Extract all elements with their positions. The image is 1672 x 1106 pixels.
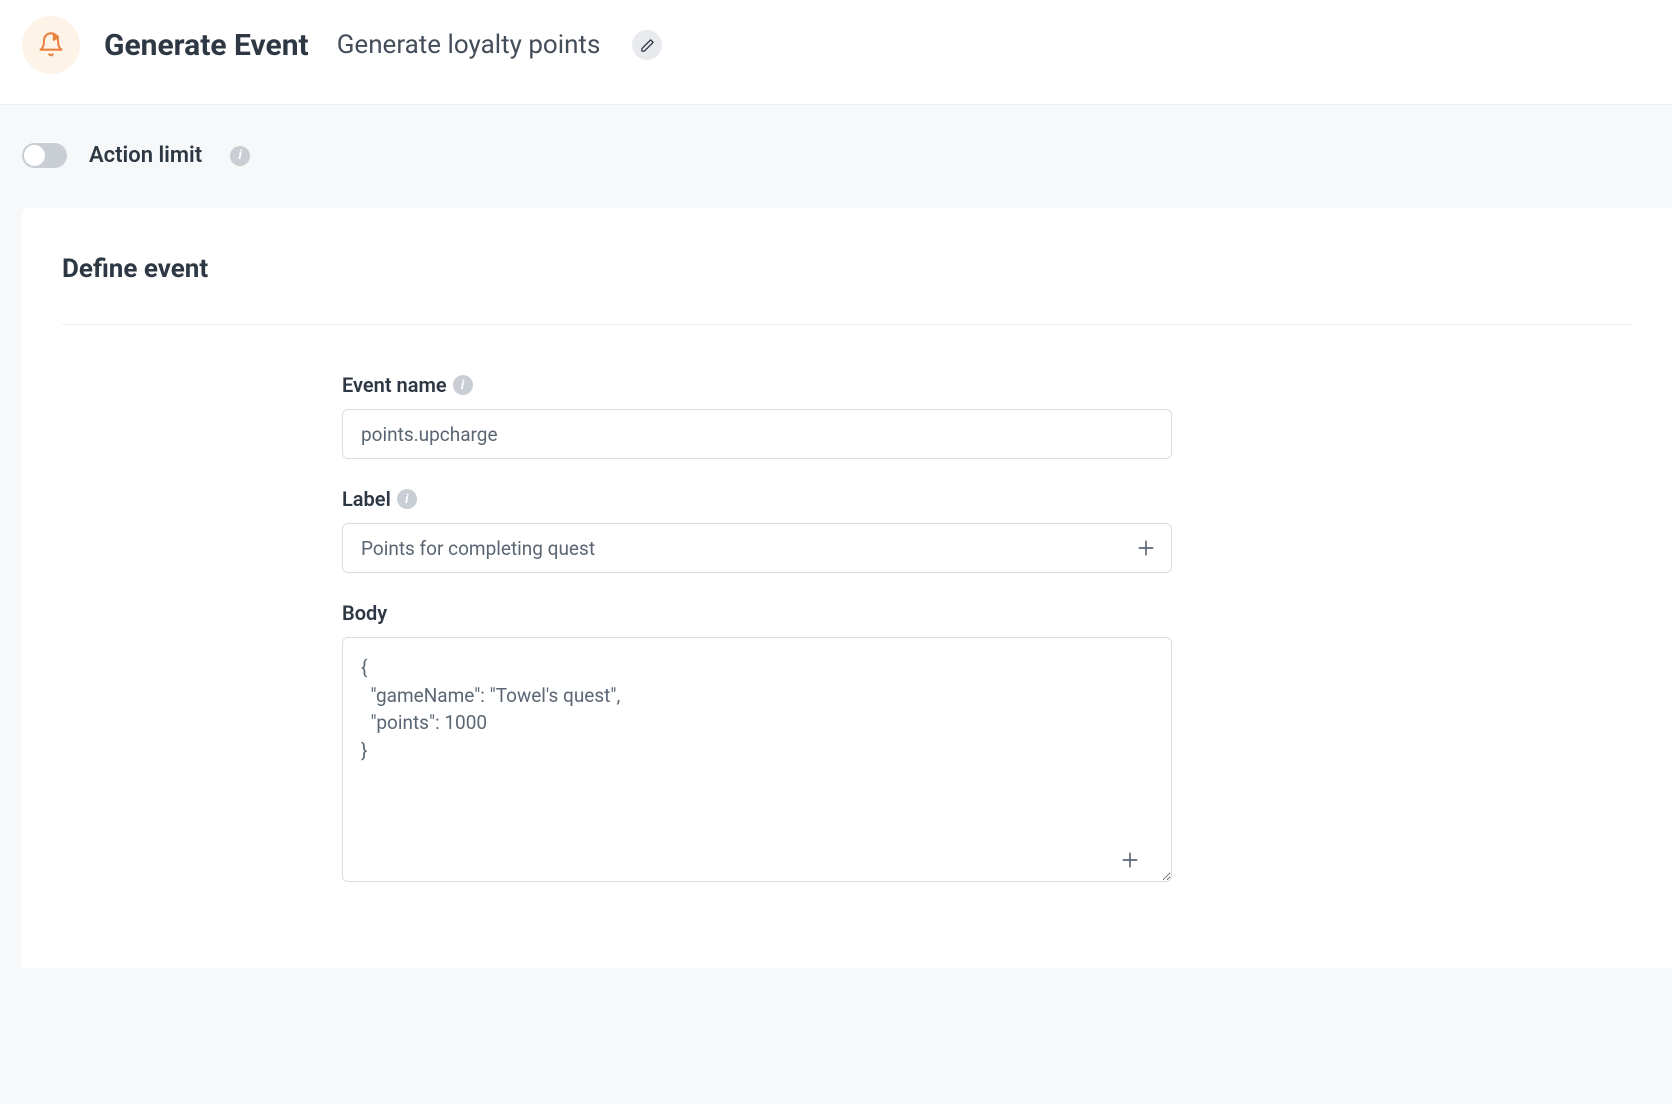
info-icon[interactable]: i [397, 489, 417, 509]
body-field: Body [342, 601, 1172, 886]
card-title: Define event [62, 254, 1632, 284]
label-field: Label i [342, 487, 1172, 573]
info-icon[interactable]: i [230, 146, 250, 166]
page-title: Generate Event [104, 28, 309, 63]
plus-icon [1136, 538, 1156, 558]
define-event-card: Define event Event name i Label i [22, 208, 1672, 968]
event-bell-icon [22, 16, 80, 74]
edit-title-button[interactable] [632, 30, 662, 60]
pencil-icon [640, 38, 655, 53]
add-label-variable-button[interactable] [1132, 534, 1160, 562]
plus-icon [1120, 850, 1140, 870]
add-body-variable-button[interactable] [1116, 846, 1144, 874]
label-field-label: Label [342, 487, 391, 511]
page-header: Generate Event Generate loyalty points [0, 0, 1672, 104]
card-divider [62, 324, 1632, 325]
body-field-label: Body [342, 601, 387, 625]
action-limit-label: Action limit [89, 143, 202, 168]
toggle-knob [24, 145, 45, 166]
page-subtitle: Generate loyalty points [337, 30, 601, 60]
action-limit-toggle[interactable] [22, 143, 67, 168]
event-name-field: Event name i [342, 373, 1172, 459]
body-area: Action limit i Define event Event name i… [0, 104, 1672, 1104]
body-textarea[interactable] [342, 637, 1172, 882]
event-name-label: Event name [342, 373, 447, 397]
label-input[interactable] [342, 523, 1172, 573]
event-form: Event name i Label i [342, 373, 1172, 886]
event-name-input[interactable] [342, 409, 1172, 459]
action-limit-row: Action limit i [0, 105, 1672, 208]
info-icon[interactable]: i [453, 375, 473, 395]
